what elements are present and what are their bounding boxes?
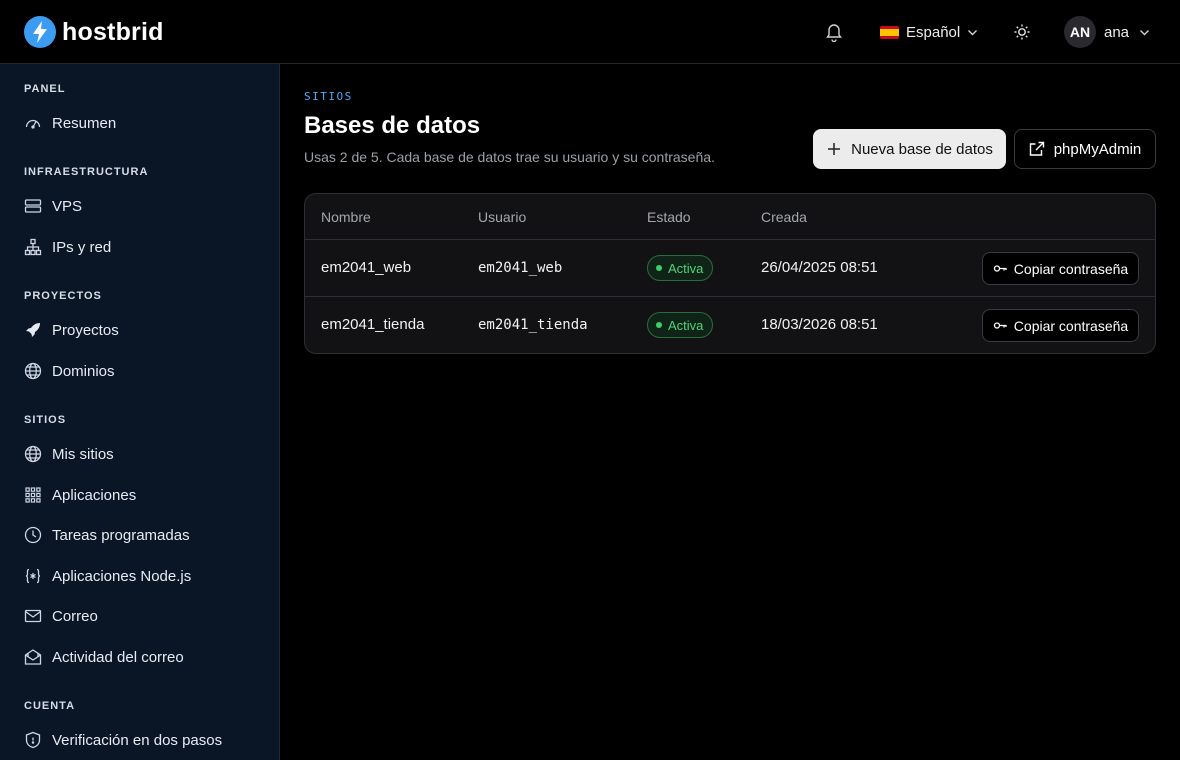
sidebar: PANEL Resumen INFRAESTRUCTURA VPS IPs y … bbox=[0, 64, 280, 760]
bell-icon[interactable] bbox=[825, 22, 843, 43]
page-subtitle: Usas 2 de 5. Cada base de datos trae su … bbox=[304, 149, 715, 165]
section-eyebrow: SITIOS bbox=[304, 90, 353, 103]
copy-password-label: Copiar contraseña bbox=[1013, 260, 1129, 277]
db-name-cell: em2041_web bbox=[321, 259, 412, 276]
db-user-cell: em2041_web bbox=[478, 260, 563, 276]
globe-icon bbox=[24, 362, 42, 380]
network-icon bbox=[24, 238, 42, 256]
plus-icon bbox=[826, 141, 842, 157]
created-date-cell: 26/04/2025 08:51 bbox=[761, 259, 878, 276]
user-menu[interactable]: AN ana bbox=[1064, 16, 1150, 48]
rocket-icon bbox=[24, 321, 42, 339]
top-bar: hostbrid Español AN ana bbox=[0, 0, 1180, 64]
clock-icon bbox=[24, 526, 42, 544]
sidebar-item-correo[interactable]: Correo bbox=[0, 598, 279, 634]
new-database-label: Nueva base de datos bbox=[851, 140, 993, 158]
sidebar-section-cuenta: CUENTA bbox=[24, 700, 76, 712]
sidebar-item-label: Aplicaciones Node.js bbox=[52, 567, 192, 585]
sidebar-section-infraestructura: INFRAESTRUCTURA bbox=[24, 166, 149, 178]
status-label: Activa bbox=[668, 317, 704, 333]
spain-flag-icon bbox=[880, 25, 899, 39]
sidebar-section-sitios: SITIOS bbox=[24, 414, 67, 426]
column-header-creada: Creada bbox=[761, 209, 807, 225]
sidebar-item-label: Verificación en dos pasos bbox=[52, 731, 223, 749]
sidebar-item-label: Aplicaciones bbox=[52, 486, 137, 504]
shield-icon bbox=[24, 731, 42, 749]
sidebar-item-verificacion-dos-pasos[interactable]: Verificación en dos pasos bbox=[0, 722, 279, 758]
brand-name: hostbrid bbox=[62, 17, 164, 46]
copy-password-button[interactable]: Copiar contraseña bbox=[982, 309, 1139, 342]
code-braces-icon bbox=[24, 567, 42, 585]
sidebar-item-proyectos[interactable]: Proyectos bbox=[0, 312, 279, 348]
sidebar-item-tareas-programadas[interactable]: Tareas programadas bbox=[0, 517, 279, 553]
server-icon bbox=[24, 197, 42, 215]
sidebar-item-aplicaciones-nodejs[interactable]: Aplicaciones Node.js bbox=[0, 558, 279, 594]
language-label: Español bbox=[906, 23, 961, 41]
sidebar-item-aplicaciones[interactable]: Aplicaciones bbox=[0, 477, 279, 513]
sidebar-item-dominios[interactable]: Dominios bbox=[0, 353, 279, 389]
chevron-down-icon bbox=[968, 29, 978, 35]
status-dot-icon bbox=[656, 322, 662, 328]
page-title: Bases de datos bbox=[304, 112, 481, 139]
copy-password-label: Copiar contraseña bbox=[1013, 317, 1129, 334]
sidebar-item-label: Dominios bbox=[52, 362, 115, 380]
brand-logo[interactable]: hostbrid bbox=[24, 16, 164, 48]
sidebar-item-resumen[interactable]: Resumen bbox=[0, 105, 279, 141]
copy-password-button[interactable]: Copiar contraseña bbox=[982, 252, 1139, 285]
status-badge: Activa bbox=[647, 312, 714, 338]
status-label: Activa bbox=[668, 260, 704, 276]
gauge-icon bbox=[24, 114, 42, 132]
column-header-usuario: Usuario bbox=[478, 209, 527, 225]
table-row: em2041_tienda em2041_tienda Activa 18/03… bbox=[305, 297, 1155, 353]
status-dot-icon bbox=[656, 265, 662, 271]
sidebar-section-proyectos: PROYECTOS bbox=[24, 290, 102, 302]
sidebar-item-mis-sitios[interactable]: Mis sitios bbox=[0, 436, 279, 472]
sidebar-item-ips-red[interactable]: IPs y red bbox=[0, 229, 279, 265]
key-icon bbox=[993, 261, 1008, 276]
language-selector[interactable]: Español bbox=[880, 19, 978, 45]
user-name: ana bbox=[1104, 23, 1130, 41]
sidebar-section-panel: PANEL bbox=[24, 83, 66, 95]
status-badge: Activa bbox=[647, 255, 714, 281]
bolt-icon bbox=[24, 16, 56, 48]
column-header-estado: Estado bbox=[647, 209, 691, 225]
sidebar-item-vps[interactable]: VPS bbox=[0, 188, 279, 224]
sidebar-item-label: VPS bbox=[52, 197, 83, 215]
external-link-icon bbox=[1029, 141, 1045, 157]
table-header: Nombre Usuario Estado Creada bbox=[305, 194, 1155, 240]
mail-icon bbox=[24, 607, 42, 625]
sidebar-item-actividad-correo[interactable]: Actividad del correo bbox=[0, 639, 279, 675]
db-user-cell: em2041_tienda bbox=[478, 317, 588, 333]
db-name-cell: em2041_tienda bbox=[321, 316, 425, 333]
sidebar-item-label: Tareas programadas bbox=[52, 526, 190, 544]
new-database-button[interactable]: Nueva base de datos bbox=[813, 129, 1006, 169]
column-header-nombre: Nombre bbox=[321, 209, 371, 225]
table-row: em2041_web em2041_web Activa 26/04/2025 … bbox=[305, 240, 1155, 297]
sidebar-item-label: IPs y red bbox=[52, 238, 112, 256]
phpmyadmin-button[interactable]: phpMyAdmin bbox=[1014, 129, 1156, 169]
theme-toggle-sun-icon[interactable] bbox=[1013, 23, 1031, 41]
key-icon bbox=[993, 318, 1008, 333]
sidebar-item-label: Mis sitios bbox=[52, 445, 114, 463]
avatar: AN bbox=[1064, 16, 1096, 48]
sidebar-item-label: Resumen bbox=[52, 114, 117, 132]
globe-icon bbox=[24, 445, 42, 463]
phpmyadmin-label: phpMyAdmin bbox=[1053, 140, 1142, 158]
mail-open-icon bbox=[24, 648, 42, 666]
sidebar-item-label: Proyectos bbox=[52, 321, 119, 339]
databases-table: Nombre Usuario Estado Creada em2041_web … bbox=[304, 193, 1156, 354]
created-date-cell: 18/03/2026 08:51 bbox=[761, 316, 878, 333]
grid-icon bbox=[24, 486, 42, 504]
sidebar-item-label: Actividad del correo bbox=[52, 648, 184, 666]
sidebar-item-label: Correo bbox=[52, 607, 98, 625]
chevron-down-icon bbox=[1140, 29, 1150, 35]
